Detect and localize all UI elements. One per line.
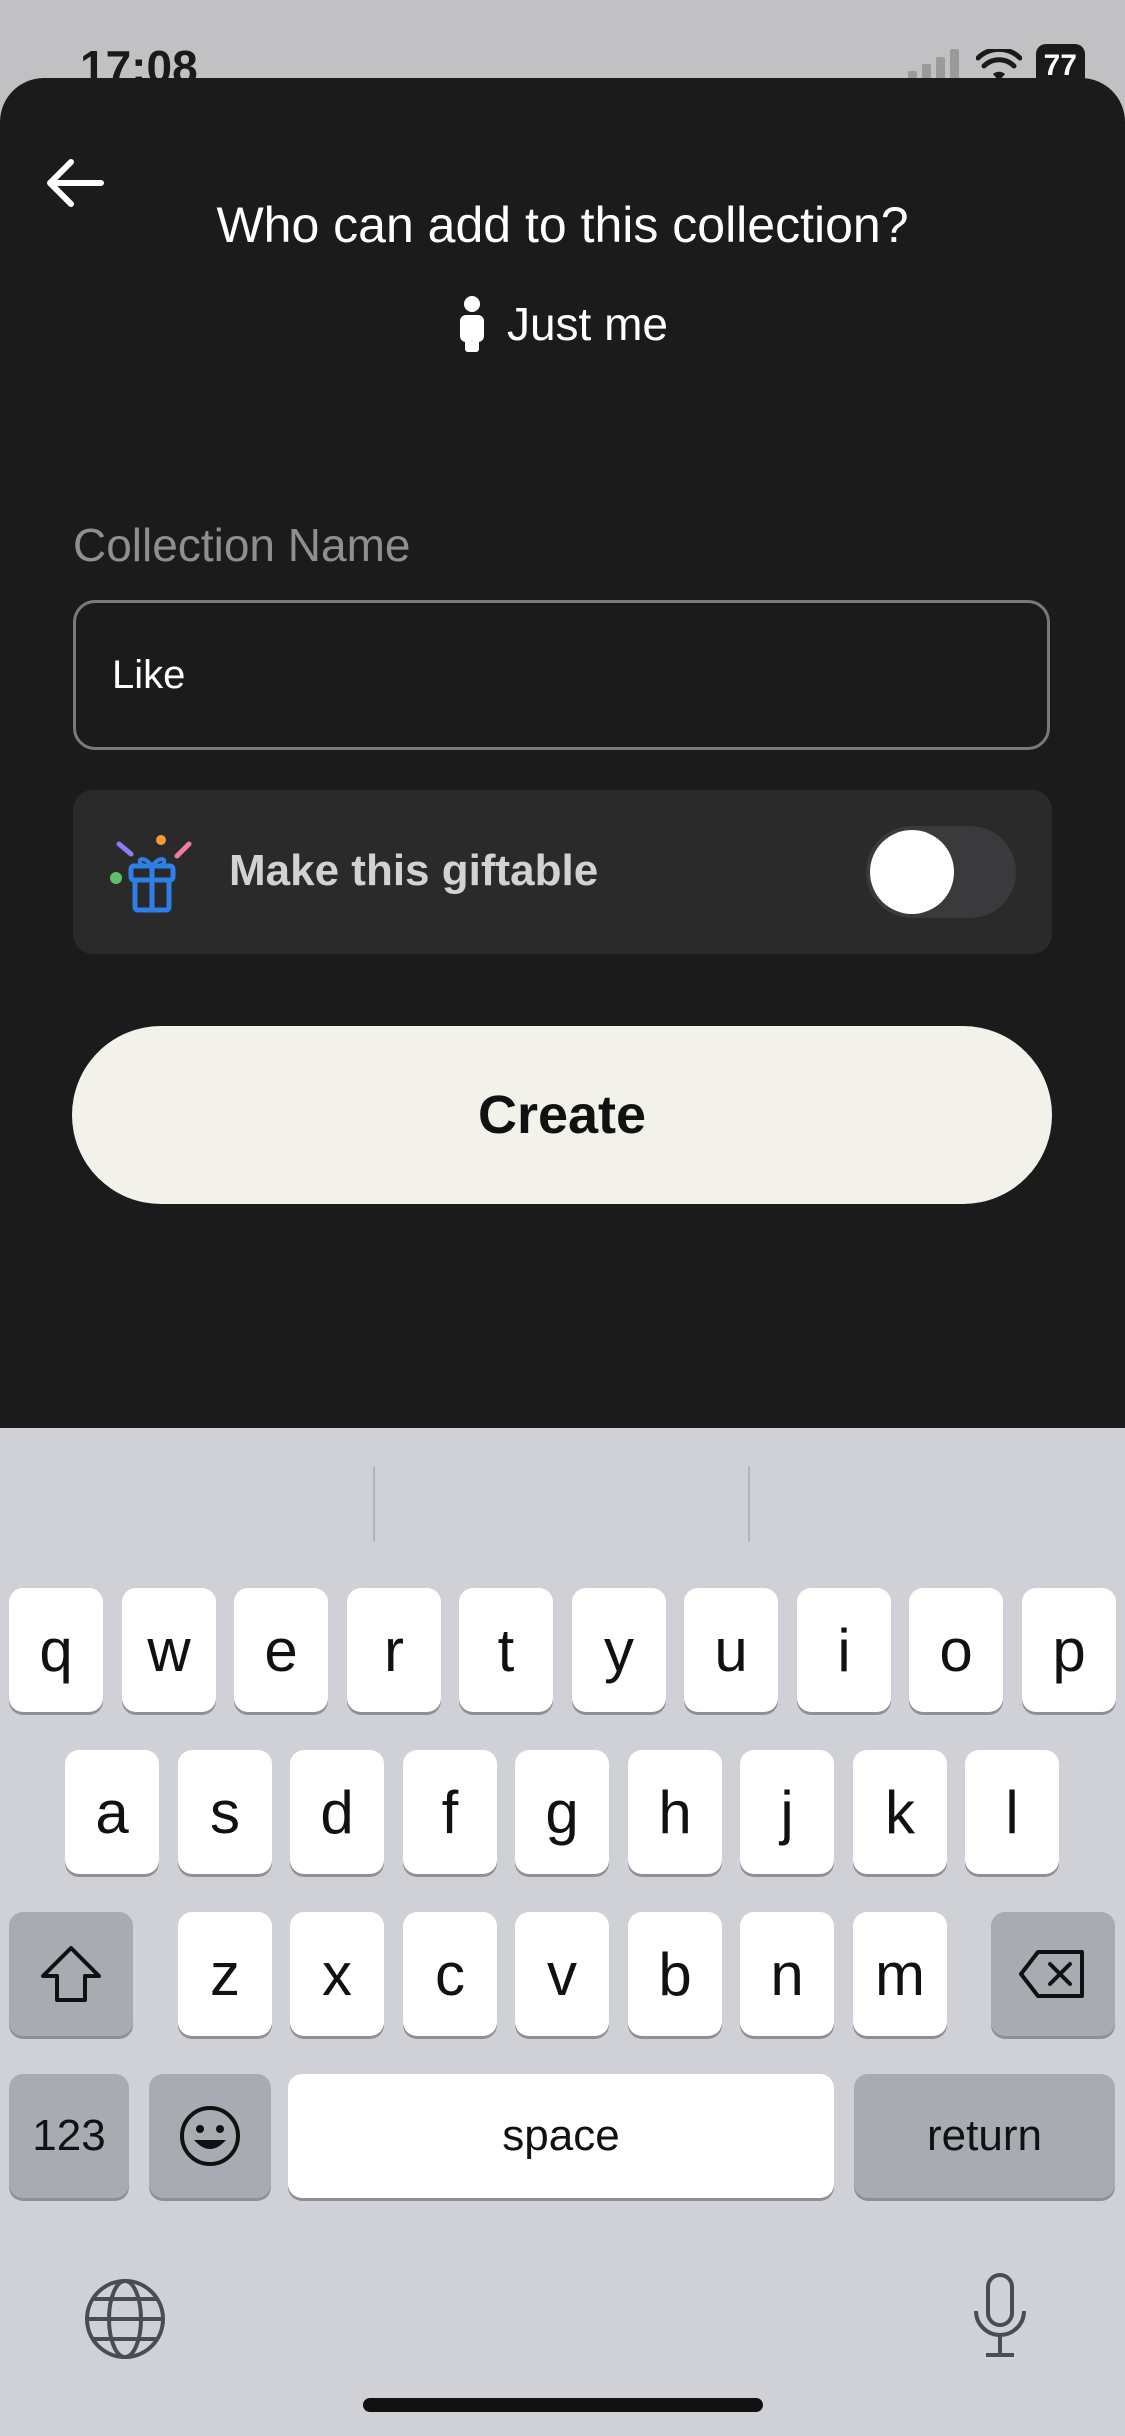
key-b[interactable]: b [628, 1912, 722, 2036]
access-selector[interactable]: Just me [0, 296, 1125, 352]
key-l[interactable]: l [965, 1750, 1059, 1874]
dictation-button[interactable] [955, 2266, 1045, 2366]
key-w[interactable]: w [122, 1588, 216, 1712]
key-d[interactable]: d [290, 1750, 384, 1874]
key-j[interactable]: j [740, 1750, 834, 1874]
home-indicator[interactable] [363, 2398, 763, 2412]
key-s[interactable]: s [178, 1750, 272, 1874]
backspace-icon [1019, 1950, 1084, 1998]
suggestion-divider [748, 1466, 750, 1542]
key-k[interactable]: k [853, 1750, 947, 1874]
key-e[interactable]: e [234, 1588, 328, 1712]
giftable-toggle[interactable] [866, 826, 1016, 918]
person-icon [459, 296, 484, 352]
key-y[interactable]: y [572, 1588, 666, 1712]
key-m[interactable]: m [853, 1912, 947, 2036]
collection-name-label: Collection Name [73, 519, 411, 571]
keyboard: q w e r t y u i o p a s d f g h j k l z … [0, 1428, 1125, 2436]
space-key[interactable]: space [288, 2074, 834, 2198]
key-o[interactable]: o [909, 1588, 1003, 1712]
suggestion-divider [373, 1466, 375, 1542]
key-g[interactable]: g [515, 1750, 609, 1874]
delete-key[interactable] [991, 1912, 1115, 2036]
status-bar: 17:08 77 [0, 0, 1125, 93]
key-x[interactable]: x [290, 1912, 384, 2036]
key-i[interactable]: i [797, 1588, 891, 1712]
create-button[interactable]: Create [72, 1026, 1052, 1204]
key-a[interactable]: a [65, 1750, 159, 1874]
globe-icon [85, 2279, 165, 2359]
numbers-key[interactable]: 123 [9, 2074, 129, 2198]
create-collection-sheet: Who can add to this collection? Just me … [0, 78, 1125, 1428]
emoji-key[interactable] [149, 2074, 271, 2198]
emoji-icon [180, 2106, 240, 2166]
key-u[interactable]: u [684, 1588, 778, 1712]
key-h[interactable]: h [628, 1750, 722, 1874]
key-n[interactable]: n [740, 1912, 834, 2036]
key-f[interactable]: f [403, 1750, 497, 1874]
shift-key[interactable] [9, 1912, 133, 2036]
giftable-label: Make this giftable [229, 846, 599, 895]
key-z[interactable]: z [178, 1912, 272, 2036]
key-q[interactable]: q [9, 1588, 103, 1712]
microphone-icon [974, 2273, 1026, 2357]
key-t[interactable]: t [459, 1588, 553, 1712]
access-label: Just me [506, 298, 669, 350]
gift-icon [110, 835, 192, 913]
shift-icon [41, 1946, 101, 2002]
key-p[interactable]: p [1022, 1588, 1116, 1712]
toggle-knob [870, 830, 954, 914]
key-r[interactable]: r [347, 1588, 441, 1712]
collection-name-input[interactable] [73, 600, 1050, 750]
giftable-row: Make this giftable [73, 790, 1052, 954]
globe-button[interactable] [80, 2274, 170, 2364]
sheet-title: Who can add to this collection? [216, 197, 909, 253]
key-c[interactable]: c [403, 1912, 497, 2036]
return-key[interactable]: return [854, 2074, 1115, 2198]
key-v[interactable]: v [515, 1912, 609, 2036]
